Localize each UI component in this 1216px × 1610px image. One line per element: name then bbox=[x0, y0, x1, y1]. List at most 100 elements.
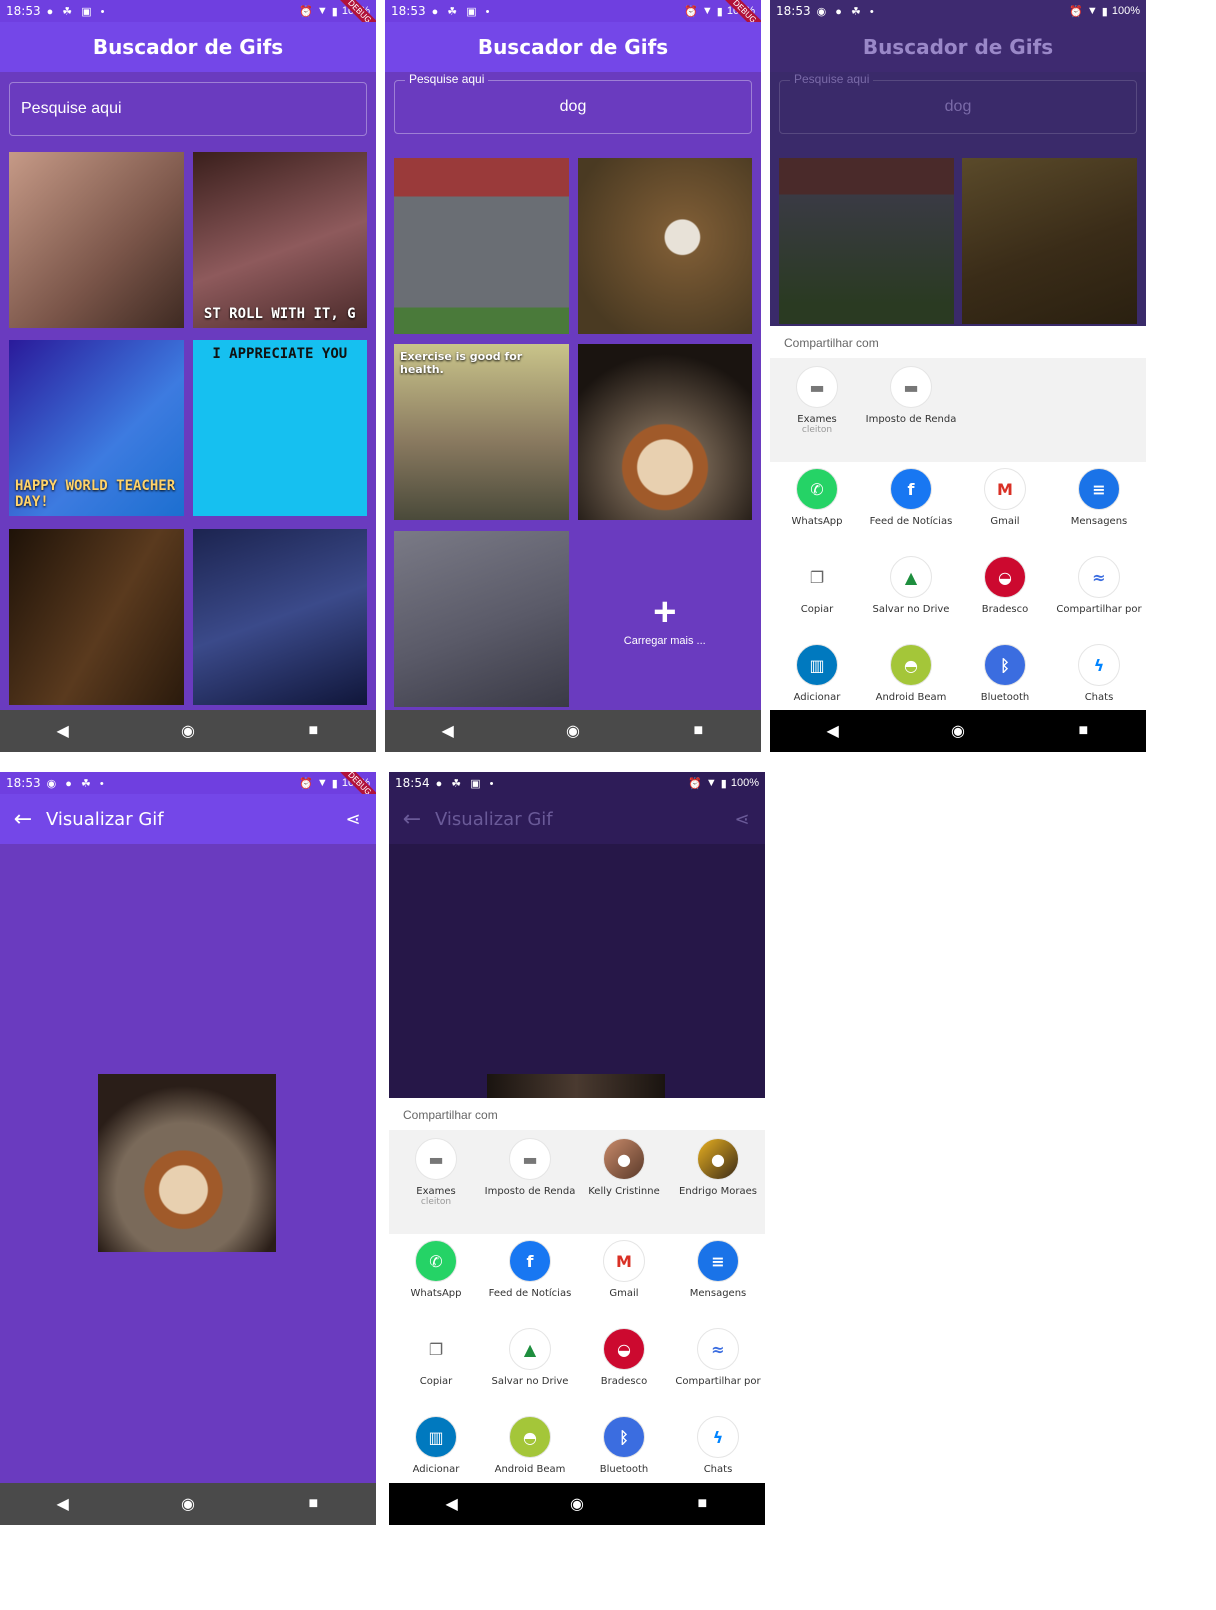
back-nav-icon[interactable]: ◀ bbox=[442, 1494, 462, 1514]
battery-icon: ▮ bbox=[331, 5, 338, 18]
gif-tile[interactable]: HAPPY WORLD TEACHER DAY! bbox=[9, 340, 184, 517]
drive-icon: ▲ bbox=[890, 556, 932, 598]
search-label: Pesquise aqui bbox=[405, 72, 489, 86]
recents-nav-icon[interactable]: ■ bbox=[692, 1494, 712, 1514]
share-app-gmail[interactable]: M Gmail bbox=[577, 1240, 671, 1328]
home-nav-icon[interactable]: ◉ bbox=[178, 721, 198, 741]
battery-level: 100% bbox=[1111, 5, 1140, 17]
share-app-copy[interactable]: ❐ Copiar bbox=[770, 556, 864, 644]
back-nav-icon[interactable]: ◀ bbox=[823, 721, 843, 741]
share-app-android-beam[interactable]: ◓ Android Beam bbox=[864, 644, 958, 710]
share-app-bluetooth[interactable]: ᛒ Bluetooth bbox=[577, 1416, 671, 1483]
messenger-icon: ϟ bbox=[697, 1416, 739, 1458]
back-nav-icon[interactable]: ◀ bbox=[438, 721, 458, 741]
share-app-trello[interactable]: ▥ Adicionar bbox=[389, 1416, 483, 1483]
notification-icons: ● ☘ ▣ • bbox=[46, 5, 108, 18]
share-app-trello[interactable]: ▥ Adicionar bbox=[770, 644, 864, 710]
share-app-whatsapp[interactable]: ✆ WhatsApp bbox=[389, 1240, 483, 1328]
facebook-icon: f bbox=[509, 1240, 551, 1282]
alarm-icon: ⏰ bbox=[1069, 5, 1083, 18]
share-app-copy[interactable]: ❐ Copiar bbox=[389, 1328, 483, 1416]
gmail-icon: M bbox=[984, 468, 1026, 510]
gif-tile[interactable]: Exercise is good for health. bbox=[394, 344, 569, 521]
gif-tile[interactable] bbox=[9, 528, 184, 705]
app-bar: ← Visualizar Gif ⋖ bbox=[389, 794, 765, 844]
recents-nav-icon[interactable]: ■ bbox=[1073, 721, 1093, 741]
folder-icon: ▬ bbox=[415, 1138, 457, 1180]
nearby-share-icon: ≈ bbox=[697, 1328, 739, 1370]
home-nav-icon[interactable]: ◉ bbox=[178, 1494, 198, 1514]
avatar: ● bbox=[603, 1138, 645, 1180]
share-app-nearby[interactable]: ≈ Compartilhar por bbox=[671, 1328, 765, 1416]
battery-icon: ▮ bbox=[716, 5, 723, 18]
share-app-messages[interactable]: ≡ Mensagens bbox=[671, 1240, 765, 1328]
system-nav-bar: ◀ ◉ ■ bbox=[385, 710, 761, 752]
direct-share-target[interactable]: ● Kelly Cristinne bbox=[577, 1138, 671, 1226]
direct-share-target[interactable]: ▬ Exames cleiton bbox=[770, 366, 864, 454]
back-nav-icon[interactable]: ◀ bbox=[53, 721, 73, 741]
share-app-messenger[interactable]: ϟ Chats bbox=[1052, 644, 1146, 710]
gif-tile[interactable] bbox=[577, 344, 752, 521]
gif-image bbox=[98, 1074, 276, 1252]
gif-tile[interactable]: I APPRECIATE YOU bbox=[192, 340, 367, 517]
share-app-whatsapp[interactable]: ✆ WhatsApp bbox=[770, 468, 864, 556]
recents-nav-icon[interactable]: ■ bbox=[303, 721, 323, 741]
share-app-gmail[interactable]: M Gmail bbox=[958, 468, 1052, 556]
share-app-android-beam[interactable]: ◓ Android Beam bbox=[483, 1416, 577, 1483]
recents-nav-icon[interactable]: ■ bbox=[303, 1494, 323, 1514]
app-bar-title: Buscador de Gifs bbox=[385, 22, 761, 72]
home-nav-icon[interactable]: ◉ bbox=[563, 721, 583, 741]
folder-icon: ▬ bbox=[509, 1138, 551, 1180]
folder-icon: ▬ bbox=[796, 366, 838, 408]
share-app-nearby[interactable]: ≈ Compartilhar por bbox=[1052, 556, 1146, 644]
alarm-icon: ⏰ bbox=[688, 777, 702, 790]
search-input[interactable]: Pesquise aqui bbox=[9, 82, 367, 136]
back-nav-icon[interactable]: ◀ bbox=[53, 1494, 73, 1514]
search-input[interactable]: Pesquise aqui dog bbox=[779, 72, 1137, 134]
share-app-drive[interactable]: ▲ Salvar no Drive bbox=[483, 1328, 577, 1416]
gif-tile[interactable] bbox=[779, 158, 954, 324]
facebook-icon: f bbox=[890, 468, 932, 510]
recents-nav-icon[interactable]: ■ bbox=[688, 721, 708, 741]
share-app-facebook[interactable]: f Feed de Notícias bbox=[483, 1240, 577, 1328]
gif-tile[interactable] bbox=[962, 158, 1137, 324]
whatsapp-icon: ✆ bbox=[415, 1240, 457, 1282]
search-input[interactable]: Pesquise aqui dog bbox=[394, 72, 752, 134]
share-app-drive[interactable]: ▲ Salvar no Drive bbox=[864, 556, 958, 644]
direct-share-target[interactable]: ▬ Imposto de Renda bbox=[864, 366, 958, 454]
direct-share-target[interactable]: ▬ Imposto de Renda bbox=[483, 1138, 577, 1226]
gif-tile[interactable] bbox=[394, 530, 569, 707]
app-bar-title: Visualizar Gif bbox=[435, 808, 553, 830]
wifi-icon: ▼ bbox=[705, 777, 717, 789]
gif-tile[interactable] bbox=[192, 528, 367, 705]
share-app-messenger[interactable]: ϟ Chats bbox=[671, 1416, 765, 1483]
phone-search-dog: 18:53 ● ☘ ▣ • ⏰ ▼ ▮ 100% DEBUG Buscador … bbox=[385, 0, 761, 752]
back-arrow-icon[interactable]: ← bbox=[0, 807, 46, 832]
back-arrow-icon[interactable]: ← bbox=[389, 807, 435, 832]
share-app-bradesco[interactable]: ◒ Bradesco bbox=[958, 556, 1052, 644]
gif-tile[interactable] bbox=[394, 158, 569, 334]
home-nav-icon[interactable]: ◉ bbox=[948, 721, 968, 741]
phone-gif-share: 18:54 ● ☘ ▣ • ⏰ ▼ ▮ 100% ← Visualizar Gi… bbox=[389, 772, 765, 1525]
direct-share-target[interactable]: ● Endrigo Moraes bbox=[671, 1138, 765, 1226]
system-nav-bar: ◀ ◉ ■ bbox=[0, 710, 376, 752]
share-app-messages[interactable]: ≡ Mensagens bbox=[1052, 468, 1146, 556]
gif-tile[interactable] bbox=[577, 158, 752, 334]
alarm-icon: ⏰ bbox=[299, 777, 313, 790]
load-more-button[interactable]: + Carregar mais ... bbox=[578, 531, 753, 707]
gif-tile[interactable]: ST ROLL WITH IT, G bbox=[192, 152, 367, 328]
home-nav-icon[interactable]: ◉ bbox=[567, 1494, 587, 1514]
system-nav-bar: ◀ ◉ ■ bbox=[770, 710, 1146, 752]
app-bar-title: Buscador de Gifs bbox=[770, 22, 1146, 72]
share-icon[interactable]: ⋖ bbox=[719, 809, 765, 830]
direct-share-target[interactable]: ▬ Exames cleiton bbox=[389, 1138, 483, 1226]
wifi-icon: ▼ bbox=[316, 777, 328, 789]
messages-icon: ≡ bbox=[1078, 468, 1120, 510]
share-app-facebook[interactable]: f Feed de Notícias bbox=[864, 468, 958, 556]
system-nav-bar: ◀ ◉ ■ bbox=[389, 1483, 765, 1525]
share-icon[interactable]: ⋖ bbox=[330, 809, 376, 830]
gif-tile[interactable] bbox=[9, 152, 184, 328]
share-app-bluetooth[interactable]: ᛒ Bluetooth bbox=[958, 644, 1052, 710]
share-app-bradesco[interactable]: ◒ Bradesco bbox=[577, 1328, 671, 1416]
gmail-icon: M bbox=[603, 1240, 645, 1282]
